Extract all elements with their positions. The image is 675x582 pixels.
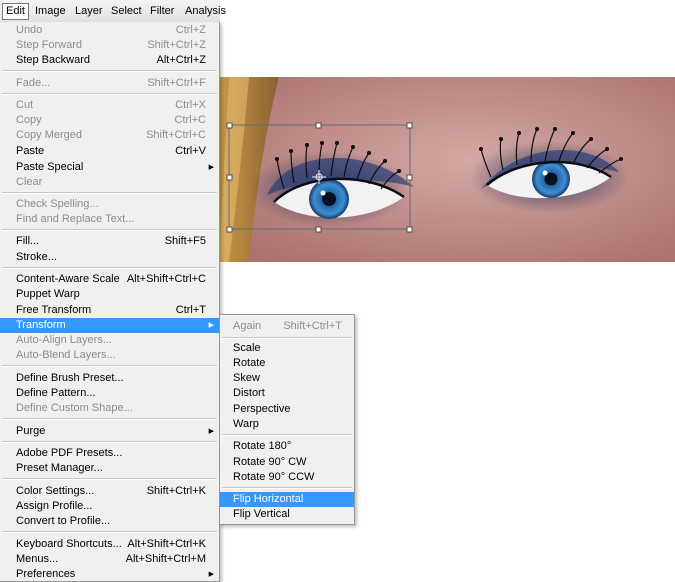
menu-item-adobe-pdf-presets[interactable]: Adobe PDF Presets...	[0, 446, 219, 461]
submenu-item-scale[interactable]: Scale	[220, 341, 354, 356]
submenu-item-rotate-180[interactable]: Rotate 180°	[220, 439, 354, 454]
menu-item-cut[interactable]: Cut Ctrl+X	[0, 98, 219, 113]
menu-select[interactable]: Select	[108, 4, 145, 19]
menu-item-content-aware-scale[interactable]: Content-Aware Scale Alt+Shift+Ctrl+C	[0, 272, 219, 287]
menu-item-paste-special[interactable]: Paste Special ▶	[0, 160, 219, 175]
submenu-item-rotate-90-cw[interactable]: Rotate 90° CW	[220, 455, 354, 470]
menu-item-color-settings[interactable]: Color Settings... Shift+Ctrl+K	[0, 484, 219, 499]
menu-item-free-transform[interactable]: Free Transform Ctrl+T	[0, 303, 219, 318]
menu-item-paste[interactable]: Paste Ctrl+V	[0, 144, 219, 159]
menu-item-clear[interactable]: Clear	[0, 175, 219, 190]
menu-item-stroke[interactable]: Stroke...	[0, 250, 219, 265]
menu-item-step-forward[interactable]: Step Forward Shift+Ctrl+Z	[0, 38, 219, 53]
menu-separator	[2, 229, 217, 231]
menu-item-define-pattern[interactable]: Define Pattern...	[0, 386, 219, 401]
menu-separator	[222, 434, 352, 436]
menu-item-purge[interactable]: Purge ▶	[0, 424, 219, 439]
submenu-item-distort[interactable]: Distort	[220, 386, 354, 401]
menu-item-define-brush-preset[interactable]: Define Brush Preset...	[0, 371, 219, 386]
menu-separator	[2, 267, 217, 269]
submenu-item-rotate-90-ccw[interactable]: Rotate 90° CCW	[220, 470, 354, 485]
menu-item-copy-merged[interactable]: Copy Merged Shift+Ctrl+C	[0, 128, 219, 143]
menu-item-auto-align-layers[interactable]: Auto-Align Layers...	[0, 333, 219, 348]
menu-item-find-replace[interactable]: Find and Replace Text...	[0, 212, 219, 227]
submenu-item-flip-horizontal[interactable]: Flip Horizontal	[220, 492, 354, 507]
menu-item-fade[interactable]: Fade... Shift+Ctrl+F	[0, 76, 219, 91]
menu-item-convert-to-profile[interactable]: Convert to Profile...	[0, 514, 219, 529]
menu-item-assign-profile[interactable]: Assign Profile...	[0, 499, 219, 514]
menu-separator	[222, 337, 352, 339]
menu-separator	[2, 192, 217, 194]
menu-item-undo[interactable]: Undo Ctrl+Z	[0, 23, 219, 38]
face-photo	[219, 77, 675, 262]
menu-separator	[2, 365, 217, 367]
transform-submenu: Again Shift+Ctrl+T Scale Rotate Skew Dist…	[219, 314, 355, 525]
menu-separator	[222, 487, 352, 489]
menu-item-preferences[interactable]: Preferences ▶	[0, 567, 219, 581]
menu-item-check-spelling[interactable]: Check Spelling...	[0, 197, 219, 212]
menu-separator	[2, 478, 217, 480]
menu-separator	[2, 531, 217, 533]
edit-menu: Undo Ctrl+Z Step Forward Shift+Ctrl+Z Step…	[0, 22, 220, 582]
submenu-arrow-icon: ▶	[208, 322, 214, 329]
menu-separator	[2, 418, 217, 420]
menu-image[interactable]: Image	[32, 4, 69, 19]
submenu-arrow-icon: ▶	[208, 428, 214, 435]
menu-item-menus[interactable]: Menus... Alt+Shift+Ctrl+M	[0, 552, 219, 567]
menu-item-auto-blend-layers[interactable]: Auto-Blend Layers...	[0, 348, 219, 363]
submenu-arrow-icon: ▶	[208, 571, 214, 578]
menu-item-preset-manager[interactable]: Preset Manager...	[0, 461, 219, 476]
menu-analysis[interactable]: Analysis	[182, 4, 229, 19]
menu-item-fill[interactable]: Fill... Shift+F5	[0, 234, 219, 249]
menu-filter[interactable]: Filter	[147, 4, 177, 19]
menu-separator	[2, 70, 217, 72]
submenu-item-again[interactable]: Again Shift+Ctrl+T	[220, 319, 354, 334]
menu-item-step-backward[interactable]: Step Backward Alt+Ctrl+Z	[0, 53, 219, 68]
menu-item-puppet-warp[interactable]: Puppet Warp	[0, 287, 219, 302]
menu-item-transform[interactable]: Transform ▶	[0, 318, 219, 333]
menu-item-define-custom-shape[interactable]: Define Custom Shape...	[0, 401, 219, 416]
menu-bar: Edit Image Layer Select Filter Analysis	[0, 0, 226, 23]
menu-separator	[2, 93, 217, 95]
menu-item-keyboard-shortcuts[interactable]: Keyboard Shortcuts... Alt+Shift+Ctrl+K	[0, 537, 219, 552]
image-canvas[interactable]	[219, 77, 675, 262]
submenu-item-flip-vertical[interactable]: Flip Vertical	[220, 507, 354, 522]
submenu-arrow-icon: ▶	[208, 164, 214, 171]
submenu-item-warp[interactable]: Warp	[220, 417, 354, 432]
menu-layer[interactable]: Layer	[72, 4, 106, 19]
menu-item-copy[interactable]: Copy Ctrl+C	[0, 113, 219, 128]
submenu-item-rotate[interactable]: Rotate	[220, 356, 354, 371]
submenu-item-skew[interactable]: Skew	[220, 371, 354, 386]
submenu-item-perspective[interactable]: Perspective	[220, 402, 354, 417]
menu-edit[interactable]: Edit	[2, 3, 29, 20]
menu-separator	[2, 441, 217, 443]
